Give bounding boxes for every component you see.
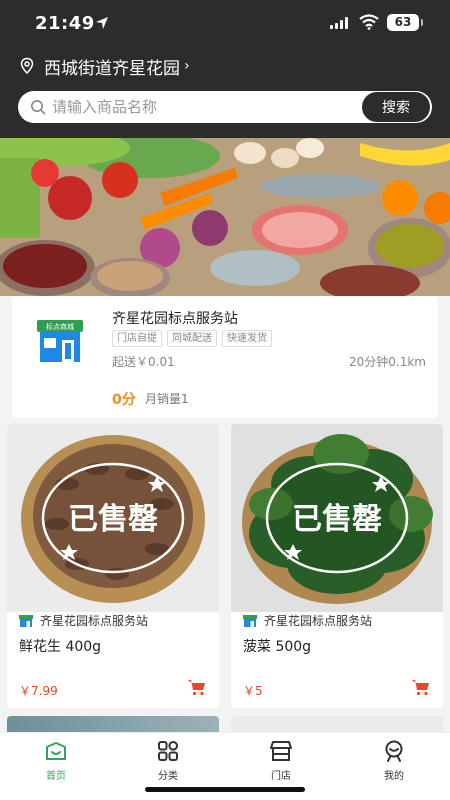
status-bar: 21:49 63 <box>0 0 450 48</box>
store-name: 齐星花园标点服务站 <box>112 311 238 327</box>
product-store: 齐星花园标点服务站 <box>243 612 372 629</box>
nav-label: 我的 <box>384 771 404 782</box>
cellular-signal-icon <box>330 17 348 29</box>
app-screen: 21:49 63 西城街道齐星花园 › 请输入商品名称 搜索 标点商城 齐星花园… <box>0 0 450 800</box>
product-name: 鲜花生 400g <box>19 639 102 655</box>
search-input[interactable] <box>52 91 352 123</box>
monthly-sales: 月销量1 <box>145 392 189 406</box>
store-icon <box>270 741 292 761</box>
min-order: 起送￥0.01 <box>112 355 175 369</box>
location-text: 西城街道齐星花园 <box>44 58 180 79</box>
battery-icon: 63 <box>387 14 423 31</box>
sold-out-label: 已售罄 <box>68 502 158 537</box>
delivery-eta: 20分钟0.1km <box>349 355 426 369</box>
store-card[interactable]: 标点商城 齐星花园标点服务站 门店自提 同城配送 快速发货 起送￥0.01 20… <box>12 296 438 418</box>
header: 21:49 63 西城街道齐星花园 › 请输入商品名称 搜索 <box>0 0 450 138</box>
nav-home[interactable]: 首页 <box>16 739 96 782</box>
store-tag: 门店自提 <box>112 330 162 347</box>
store-logo-text: 标点商城 <box>46 322 74 331</box>
location-pin-icon <box>20 57 34 75</box>
nav-category[interactable]: 分类 <box>128 739 208 782</box>
search-icon <box>31 100 46 115</box>
product-name: 菠菜 500g <box>243 639 312 655</box>
home-icon <box>46 742 66 760</box>
home-indicator <box>145 787 305 792</box>
user-icon <box>385 740 403 762</box>
product-price: ￥7.99 <box>19 684 58 698</box>
product-store-name: 齐星花园标点服务站 <box>40 614 149 628</box>
search-bar: 搜索 <box>18 91 432 123</box>
product-card[interactable]: 已售罄 齐星花园标点服务站 鲜花生 400g ￥7.99 <box>7 424 219 708</box>
nav-label: 分类 <box>158 771 178 782</box>
store-tag: 同城配送 <box>167 330 217 347</box>
store-logo: 标点商城 <box>37 320 83 362</box>
banner-image[interactable] <box>0 138 450 296</box>
product-image: 已售罄 <box>231 424 443 612</box>
sold-out-label: 已售罄 <box>292 502 382 537</box>
location-selector[interactable]: 西城街道齐星花园 › <box>18 54 190 79</box>
product-price: ￥5 <box>243 684 263 698</box>
store-icon <box>243 614 257 627</box>
nav-store[interactable]: 门店 <box>241 739 321 782</box>
chevron-right-icon: › <box>184 58 190 74</box>
store-icon <box>19 614 33 627</box>
search-button[interactable]: 搜索 <box>362 92 430 122</box>
store-rating: 0分 <box>112 392 136 408</box>
status-time: 21:49 <box>35 13 95 34</box>
nav-label: 门店 <box>271 771 291 782</box>
add-to-cart-icon[interactable] <box>187 678 207 696</box>
nav-label: 首页 <box>46 771 66 782</box>
store-tag: 快速发货 <box>222 330 272 347</box>
nav-profile[interactable]: 我的 <box>354 739 434 782</box>
grid-icon <box>158 741 179 761</box>
product-store-name: 齐星花园标点服务站 <box>264 614 373 628</box>
product-card[interactable]: 已售罄 齐星花园标点服务站 菠菜 500g ￥5 <box>231 424 443 708</box>
location-arrow-icon <box>96 17 108 29</box>
wifi-icon <box>359 14 379 30</box>
store-tags: 门店自提 同城配送 快速发货 <box>112 330 272 347</box>
product-store: 齐星花园标点服务站 <box>19 612 148 629</box>
product-image: 已售罄 <box>7 424 219 612</box>
add-to-cart-icon[interactable] <box>411 678 431 696</box>
